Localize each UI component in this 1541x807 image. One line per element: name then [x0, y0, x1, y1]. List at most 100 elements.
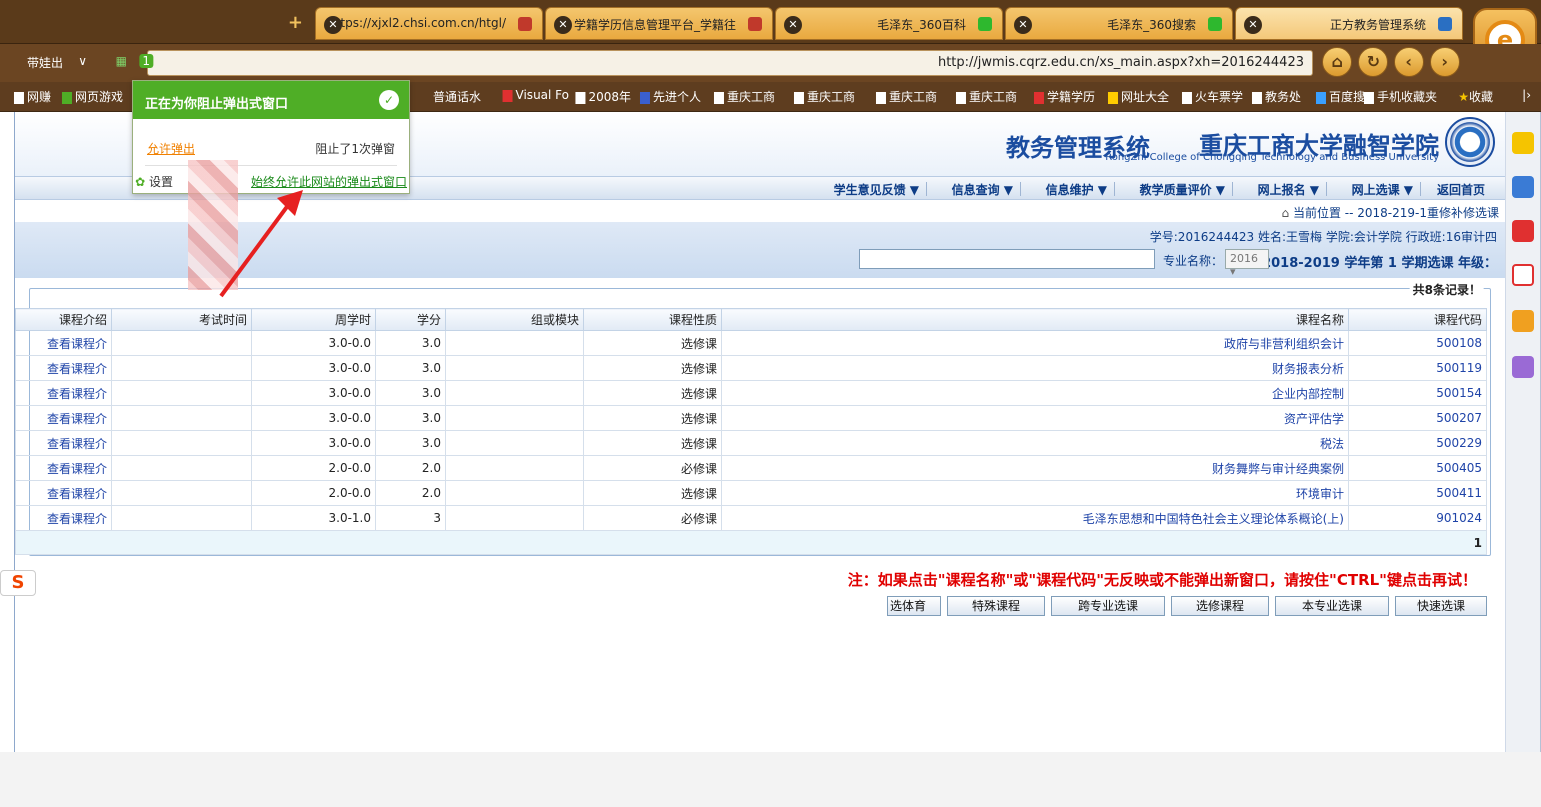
table-row: 500207 资产评估学 选修课 3.0 3.0-0.0 查看课程介 — [15, 405, 1487, 431]
chsi-favicon-icon — [518, 17, 532, 31]
close-icon[interactable]: ✕ — [554, 16, 572, 34]
course-code[interactable]: 500405 — [1436, 461, 1482, 475]
course-intro-link[interactable]: 查看课程介 — [47, 485, 107, 502]
bookmark-item[interactable]: 重庆工商 — [955, 88, 1017, 105]
sogou-icon[interactable]: S — [0, 570, 36, 596]
toolbar-text[interactable]: 带娃出 — [27, 54, 63, 71]
course-code[interactable]: 500154 — [1436, 386, 1482, 400]
course-name[interactable]: 财务报表分析 — [1272, 360, 1344, 377]
major-label: 专业名称： — [1162, 254, 1223, 268]
tab[interactable]: 毛泽东_360搜索 ✕ — [1005, 7, 1233, 40]
col-header: 课程名称 — [1296, 313, 1345, 327]
refresh-button[interactable]: ↻ — [1358, 47, 1388, 77]
quick-select-button[interactable]: 快速选课 — [1395, 596, 1487, 616]
popup-blocked-count: 阻止了1次弹窗 — [315, 142, 395, 156]
course-name[interactable]: 资产评估学 — [1284, 410, 1344, 427]
settings-link[interactable]: ✿ 设置 — [135, 173, 173, 190]
course-code[interactable]: 500207 — [1436, 411, 1482, 425]
course-code[interactable]: 500119 — [1436, 361, 1482, 375]
bookmark-item[interactable]: 普通话水 — [433, 88, 481, 105]
close-icon[interactable]: ✕ — [784, 16, 802, 34]
close-icon[interactable]: ✕ — [324, 16, 342, 34]
bookmark-item[interactable]: 先进个人 — [639, 88, 701, 105]
cross-major-button[interactable]: 跨专业选课 — [1051, 596, 1165, 616]
note-icon[interactable] — [1512, 310, 1534, 332]
system-name: 教务管理系统 — [1006, 134, 1150, 162]
course-code[interactable]: 500229 — [1436, 436, 1482, 450]
course-intro-link[interactable]: 查看课程介 — [47, 460, 107, 477]
major-course-button[interactable]: 本专业选课 — [1275, 596, 1389, 616]
forward-button[interactable]: › — [1430, 47, 1460, 77]
bookmark-item[interactable]: 手机收藏夹 — [1363, 88, 1437, 105]
bookmark-item[interactable]: 火车票学 — [1181, 88, 1243, 105]
major-input[interactable] — [859, 249, 1155, 269]
dropdown-icon[interactable]: ∨ — [78, 54, 87, 68]
course-code[interactable]: 901024 — [1436, 511, 1482, 525]
menu-home[interactable]: 返回首页 — [1437, 181, 1485, 198]
course-name[interactable]: 财务舞弊与审计经典案例 — [1212, 460, 1344, 477]
menu-info-query[interactable]: 信息查询 ▼ — [952, 181, 1013, 198]
apps-icon[interactable]: ▦ — [116, 54, 127, 68]
course-code[interactable]: 500411 — [1436, 486, 1482, 500]
menu-info-maintenance[interactable]: 信息维护 ▼ — [1046, 181, 1107, 198]
special-course-button[interactable]: 特殊课程 — [947, 596, 1045, 616]
bookmark-item[interactable]: 网址大全 — [1107, 88, 1169, 105]
tab[interactable]: 毛泽东_360百科 ✕ — [775, 7, 1003, 40]
bookmark-item[interactable]: 重庆工商 — [875, 88, 937, 105]
tab-active[interactable]: 正方教务管理系统 ✕ — [1235, 7, 1463, 40]
bookmark-item[interactable]: 网赚 — [13, 88, 51, 105]
bookmark-item[interactable]: ★收藏 — [1458, 88, 1493, 105]
bookmark-item[interactable]: 百度搜 — [1315, 88, 1365, 105]
course-intro-link[interactable]: 查看课程介 — [47, 360, 107, 377]
course-intro-link[interactable]: 查看课程介 — [47, 385, 107, 402]
page-number[interactable]: 1 — [1474, 536, 1482, 550]
tab[interactable]: https://xjxl2.chsi.com.cn/htgl/ ✕ — [315, 7, 543, 40]
menu-feedback[interactable]: 学生意见反馈 ▼ — [834, 181, 919, 198]
course-name[interactable]: 税法 — [1320, 435, 1344, 452]
menu-course-select[interactable]: 网上选课 ▼ — [1352, 181, 1413, 198]
favorites-icon[interactable] — [1512, 132, 1534, 154]
new-tab-button[interactable]: + — [288, 12, 303, 33]
360-favicon-icon — [978, 17, 992, 31]
weekly-hours: 3.0-0.0 — [328, 386, 371, 400]
home-button[interactable]: ⌂ — [1322, 47, 1352, 77]
bookmark-item[interactable]: 2008年 — [575, 88, 631, 105]
weibo-icon[interactable] — [1512, 220, 1534, 242]
chsi-favicon-icon — [748, 17, 762, 31]
pe-course-button[interactable]: 选体育 — [887, 596, 941, 616]
course-intro-link[interactable]: 查看课程介 — [47, 435, 107, 452]
bookmark-item[interactable]: Visual Fo — [502, 88, 569, 102]
bookmarks-expand-icon[interactable]: |› — [1522, 88, 1531, 102]
course-code[interactable]: 500108 — [1436, 336, 1482, 350]
back-button[interactable]: ‹ — [1394, 47, 1424, 77]
address-bar[interactable]: http://jwmis.cqrz.edu.cn/xs_main.aspx?xh… — [147, 50, 1313, 76]
bookmark-item[interactable]: 网页游戏 — [61, 88, 123, 105]
bookmark-item[interactable]: 教务处 — [1251, 88, 1301, 105]
tab[interactable]: 学籍学历信息管理平台_学籍往 ✕ — [545, 7, 773, 40]
grade-select[interactable]: 2016 ▾ — [1225, 249, 1269, 278]
popup-header: ✓ 正在为你阻止弹出式窗口 — [133, 81, 409, 119]
tab-title: 毛泽东_360搜索 — [1107, 18, 1196, 32]
mail-icon[interactable] — [1512, 264, 1534, 286]
bookmark-item[interactable]: 重庆工商 — [713, 88, 775, 105]
menu-registration[interactable]: 网上报名 ▼ — [1258, 181, 1319, 198]
bookmark-item[interactable]: 学籍学历 — [1033, 88, 1095, 105]
extension-icon[interactable] — [1512, 356, 1534, 378]
course-intro-link[interactable]: 查看课程介 — [47, 510, 107, 527]
notice-text: 注：如果点击"课程名称"或"课程代码"无反映或不能弹出新窗口，请按住"CTRL"… — [847, 571, 1477, 589]
popup-blocked-badge[interactable]: 1 — [139, 54, 153, 68]
course-name[interactable]: 环境审计 — [1296, 485, 1344, 502]
reader-icon[interactable] — [1512, 176, 1534, 198]
course-name[interactable]: 政府与非营利组织会计 — [1224, 335, 1344, 352]
bookmark-item[interactable]: 重庆工商 — [793, 88, 855, 105]
table-row: 500411 环境审计 选修课 2.0 2.0-0.0 查看课程介 — [15, 480, 1487, 506]
close-icon[interactable]: ✕ — [1244, 16, 1262, 34]
allow-popup-link[interactable]: 允许弹出 — [147, 140, 195, 157]
course-name[interactable]: 毛泽东思想和中国特色社会主义理论体系概论(上) — [1083, 510, 1344, 527]
course-intro-link[interactable]: 查看课程介 — [47, 335, 107, 352]
elective-course-button[interactable]: 选修课程 — [1171, 596, 1269, 616]
menu-teaching-evaluation[interactable]: 教学质量评价 ▼ — [1140, 181, 1225, 198]
course-intro-link[interactable]: 查看课程介 — [47, 410, 107, 427]
close-icon[interactable]: ✕ — [1014, 16, 1032, 34]
course-name[interactable]: 企业内部控制 — [1272, 385, 1344, 402]
